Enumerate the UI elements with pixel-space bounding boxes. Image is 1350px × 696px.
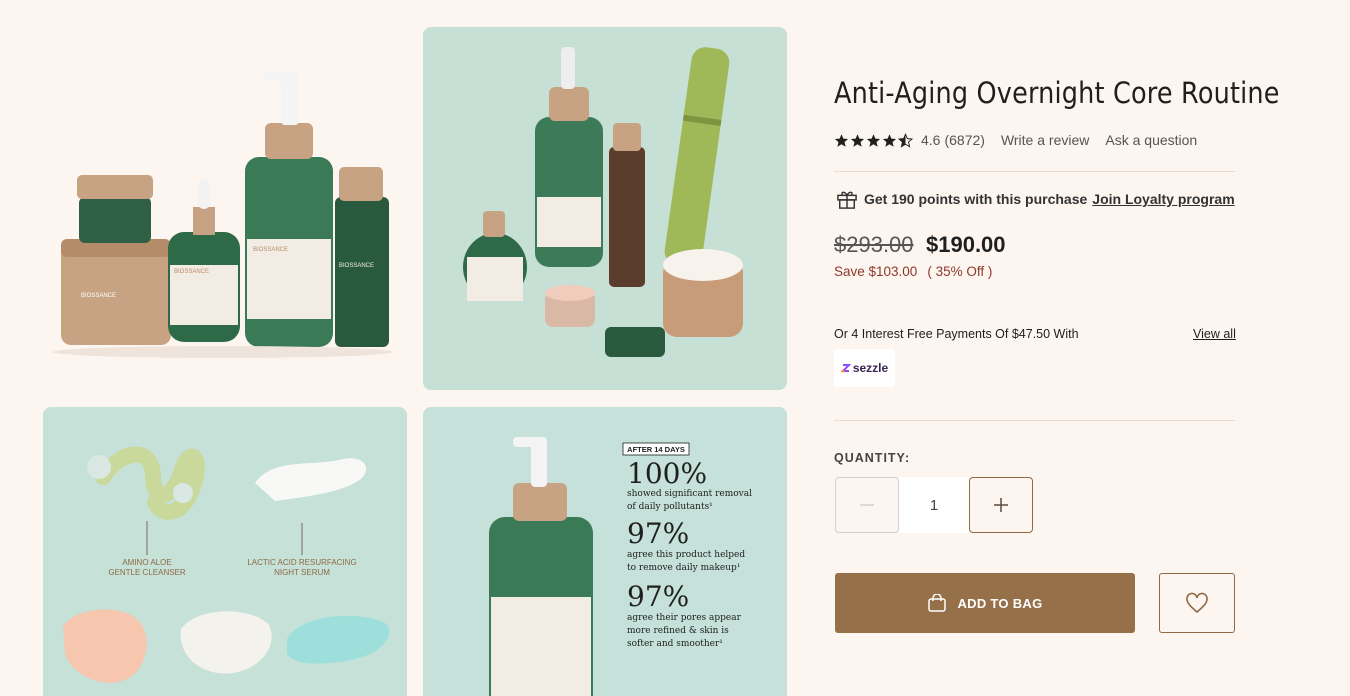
shopping-bag-icon xyxy=(928,594,947,612)
svg-text:BIOSSANCE: BIOSSANCE xyxy=(174,269,209,275)
discount-percent: ( 35% Off ) xyxy=(927,264,993,279)
original-price: $293.00 xyxy=(834,232,914,257)
heart-icon xyxy=(1186,592,1208,614)
product-image-results[interactable]: AFTER 14 DAYS 100% showed significant re… xyxy=(423,407,787,696)
svg-text:showed significant removal: showed significant removal xyxy=(627,489,752,499)
product-title: Anti-Aging Overnight Core Routine xyxy=(834,76,1280,110)
plus-icon xyxy=(994,498,1008,512)
rating-value: 4.6 xyxy=(921,132,941,148)
texture-label-b: LACTIC ACID RESURFACING xyxy=(247,558,356,567)
quantity-increase-button[interactable] xyxy=(969,477,1033,533)
jar-brand-text: BIOSSANCE xyxy=(81,293,116,299)
add-to-bag-label: ADD TO BAG xyxy=(957,595,1043,611)
results-illustration: AFTER 14 DAYS 100% showed significant re… xyxy=(489,437,752,696)
ask-question-link[interactable]: Ask a question xyxy=(1105,132,1197,148)
divider xyxy=(834,171,1235,172)
savings-text: Save $103.00 ( 35% Off ) xyxy=(834,264,992,279)
save-amount: Save $103.00 xyxy=(834,264,918,279)
quantity-label: QUANTITY: xyxy=(834,451,911,465)
minus-icon xyxy=(860,504,874,506)
svg-text:agree this product helped: agree this product helped xyxy=(627,550,745,560)
stat-3: 97% xyxy=(627,580,689,613)
loyalty-text: Get 190 points with this purchase xyxy=(864,191,1088,207)
svg-text:of daily pollutants¹: of daily pollutants¹ xyxy=(627,502,713,512)
stat-2: 97% xyxy=(627,517,689,550)
loyalty-points: Get 190 points with this purchase Join L… xyxy=(836,189,1235,209)
textures-illustration: AMINO ALOE GENTLE CLEANSER LACTIC ACID R… xyxy=(63,446,390,683)
texture-label-a: AMINO ALOE xyxy=(122,558,171,567)
sezzle-label: sezzle xyxy=(852,361,889,375)
star-icon xyxy=(850,133,865,147)
product-image-lineup[interactable]: BIOSSANCE BIOSSANCE BIOSSANCE BIOSSANCE xyxy=(43,27,407,390)
star-icon xyxy=(882,133,897,147)
rating-row: 4.6 (6872) Write a review Ask a question xyxy=(834,132,1197,148)
add-to-bag-button[interactable]: ADD TO BAG xyxy=(835,573,1135,633)
sezzle-badge[interactable]: sezzle xyxy=(834,349,895,387)
svg-text:softer and smoother¹: softer and smoother¹ xyxy=(627,639,723,649)
product-lineup-illustration: BIOSSANCE BIOSSANCE BIOSSANCE BIOSSANCE xyxy=(53,71,393,358)
svg-text:NIGHT SERUM: NIGHT SERUM xyxy=(274,568,330,577)
results-badge: AFTER 14 DAYS xyxy=(627,445,685,454)
svg-text:to remove daily makeup¹: to remove daily makeup¹ xyxy=(627,563,740,573)
sale-price: $190.00 xyxy=(926,232,1006,257)
quantity-input[interactable]: 1 xyxy=(899,477,969,533)
divider xyxy=(834,420,1235,421)
star-icon xyxy=(866,133,881,147)
half-star-icon xyxy=(898,132,913,148)
write-review-link[interactable]: Write a review xyxy=(1001,132,1089,148)
installments-text: Or 4 Interest Free Payments Of $47.50 Wi… xyxy=(834,327,1079,341)
svg-text:agree their pores appear: agree their pores appear xyxy=(627,613,742,623)
view-all-link[interactable]: View all xyxy=(1193,327,1236,341)
product-image-textures[interactable]: AMINO ALOE GENTLE CLEANSER LACTIC ACID R… xyxy=(43,407,407,696)
review-count: (6872) xyxy=(944,132,985,148)
wishlist-button[interactable] xyxy=(1159,573,1235,633)
svg-text:BIOSSANCE: BIOSSANCE xyxy=(253,247,288,253)
join-loyalty-link[interactable]: Join Loyalty program xyxy=(1092,191,1234,207)
star-icon xyxy=(834,133,849,147)
sezzle-logo-icon xyxy=(840,364,851,373)
svg-text:BIOSSANCE: BIOSSANCE xyxy=(339,263,374,269)
quantity-decrease-button[interactable] xyxy=(835,477,899,533)
gift-icon xyxy=(837,191,857,209)
svg-text:GENTLE CLEANSER: GENTLE CLEANSER xyxy=(108,568,186,577)
product-image-styled[interactable] xyxy=(423,27,787,390)
rating-stars xyxy=(834,132,913,148)
product-styled-illustration xyxy=(463,47,743,357)
stat-1: 100% xyxy=(627,457,707,490)
svg-text:more refined & skin is: more refined & skin is xyxy=(627,626,729,636)
